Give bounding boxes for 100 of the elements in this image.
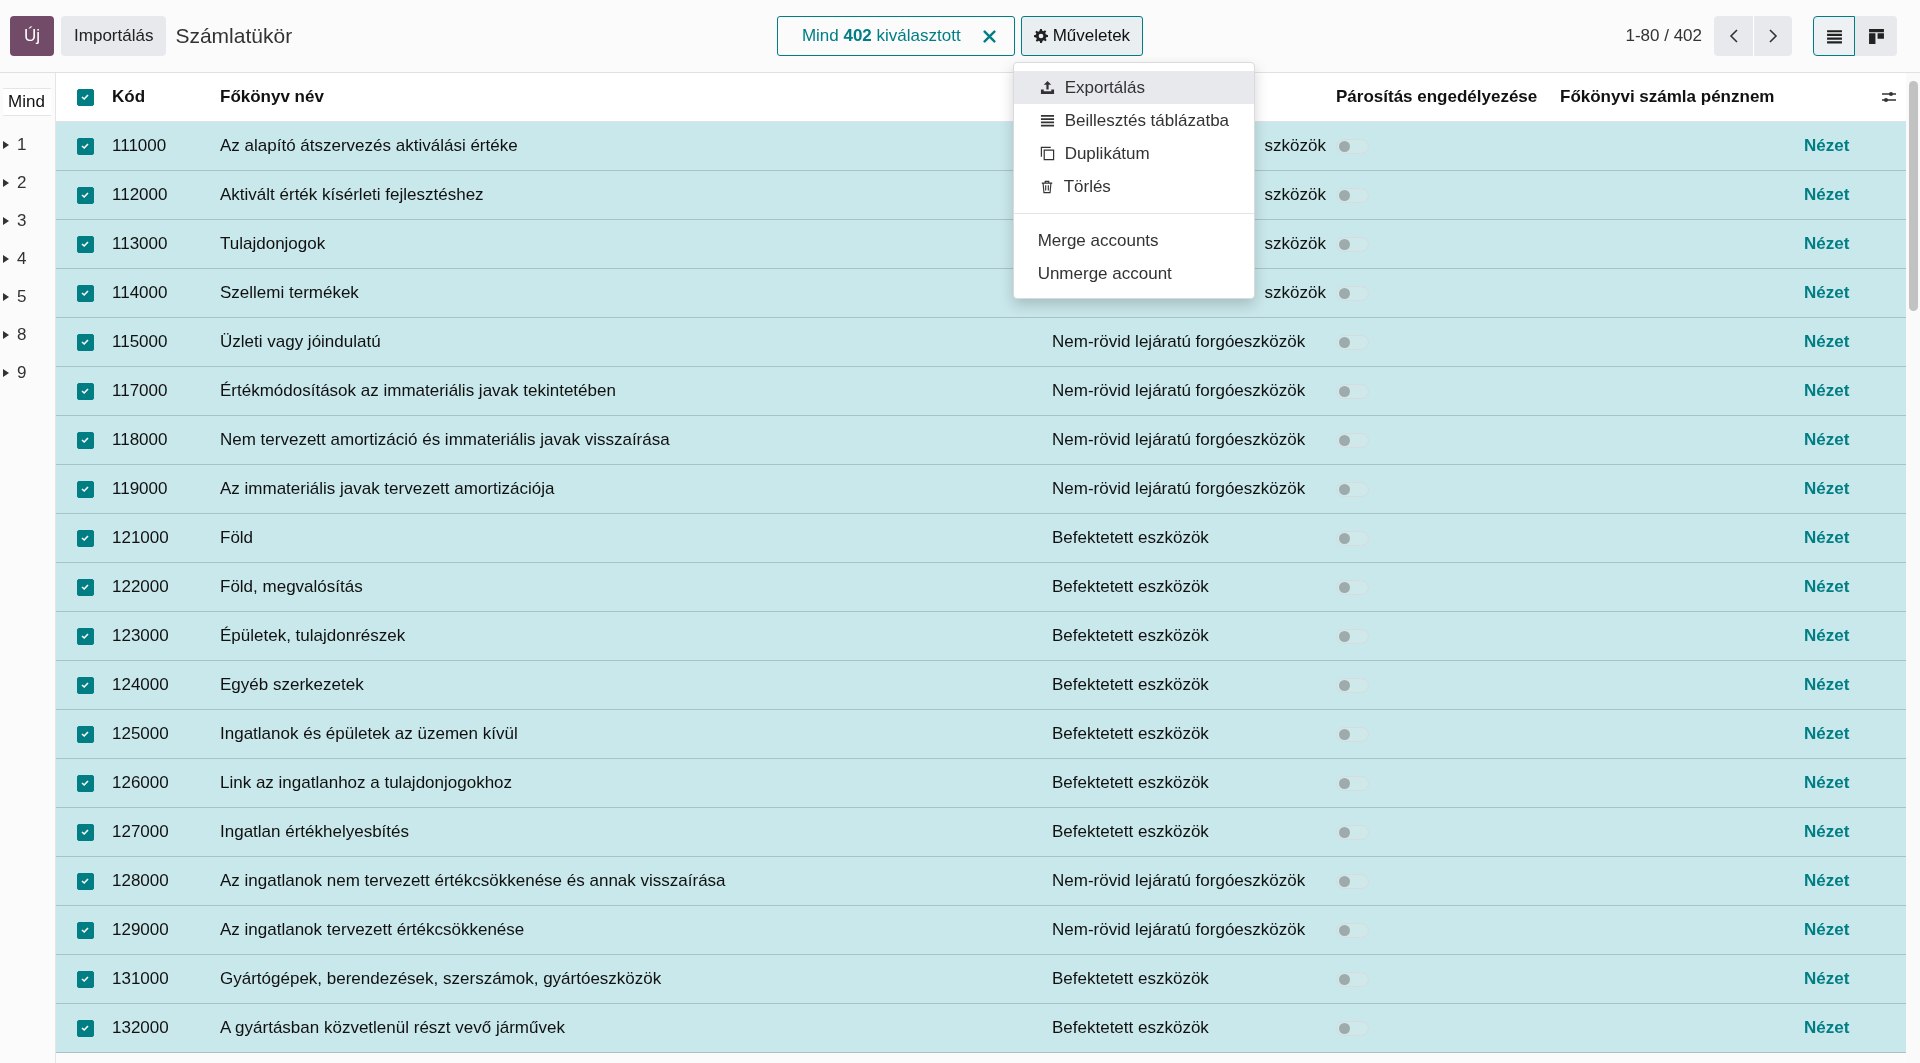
check-icon [80,190,90,200]
row-checkbox[interactable] [76,480,94,498]
view-link[interactable]: Nézet [1804,528,1850,548]
menu-item[interactable]: Törlés [1013,170,1254,203]
check-icon [80,1023,90,1033]
actions-button[interactable]: Műveletek [1020,16,1144,56]
name-cell: Épületek, tulajdonrészek [220,626,406,646]
toggle-switch[interactable] [1336,383,1369,399]
toggle-switch[interactable] [1336,285,1369,301]
view-link[interactable]: Nézet [1804,920,1850,940]
row-checkbox[interactable] [76,970,94,988]
row-checkbox[interactable] [76,823,94,841]
column-header[interactable]: Párosítás engedélyezése [1336,87,1538,107]
view-link[interactable]: Nézet [1804,577,1850,597]
new-button[interactable]: Új [10,16,55,56]
group-item[interactable]: 3 [0,202,55,240]
group-item[interactable]: 2 [0,164,55,202]
row-checkbox[interactable] [76,284,94,302]
toggle-switch[interactable] [1336,138,1369,154]
row-checkbox[interactable] [76,676,94,694]
view-link[interactable]: Nézet [1804,871,1850,891]
menu-item[interactable]: Beillesztés táblázatba [1013,104,1254,137]
toggle-switch[interactable] [1336,677,1369,693]
view-link[interactable]: Nézet [1804,773,1850,793]
view-link[interactable]: Nézet [1804,283,1850,303]
toggle-switch[interactable] [1336,187,1369,203]
toggle-switch[interactable] [1336,236,1369,252]
row-checkbox[interactable] [76,137,94,155]
view-link[interactable]: Nézet [1804,822,1850,842]
toggle-switch[interactable] [1336,628,1369,644]
toggle-switch[interactable] [1336,726,1369,742]
name-cell: Link az ingatlanhoz a tulajdonjogokhoz [220,773,513,793]
row-checkbox[interactable] [76,725,94,743]
name-cell: Aktivált érték kísérleti fejlesztéshez [220,185,484,205]
scrollbar-thumb[interactable] [1909,81,1918,311]
view-link[interactable]: Nézet [1804,626,1850,646]
view-link[interactable]: Nézet [1804,479,1850,499]
view-link[interactable]: Nézet [1804,332,1850,352]
view-link[interactable]: Nézet [1804,136,1850,156]
row-checkbox[interactable] [76,235,94,253]
toggle-switch[interactable] [1336,922,1369,938]
row-checkbox[interactable] [76,529,94,547]
import-button[interactable]: Importálás [61,16,167,56]
group-item[interactable]: 4 [0,240,55,278]
row-checkbox[interactable] [76,921,94,939]
type-cell: Befektetett eszközök [1052,969,1209,989]
toggle-switch[interactable] [1336,481,1369,497]
list-view-button[interactable] [1813,16,1855,56]
toggle-switch[interactable] [1336,334,1369,350]
menu-item[interactable]: Unmerge account [1013,257,1254,290]
column-header[interactable]: Főkönyvi számla pénznem [1560,87,1775,107]
group-item[interactable]: 8 [0,316,55,354]
check-icon [80,974,90,984]
view-link[interactable]: Nézet [1804,234,1850,254]
row-checkbox[interactable] [76,578,94,596]
toggle-switch[interactable] [1336,775,1369,791]
toggle-switch[interactable] [1336,873,1369,889]
row-checkbox[interactable] [76,333,94,351]
view-link[interactable]: Nézet [1804,381,1850,401]
view-link[interactable]: Nézet [1804,724,1850,744]
close-icon[interactable] [982,29,996,43]
name-cell: Üzleti vagy jóindulatú [220,332,381,352]
previous-button[interactable] [1714,16,1753,56]
toggle-switch[interactable] [1336,824,1369,840]
row-checkbox[interactable] [76,186,94,204]
toggle-switch[interactable] [1336,432,1369,448]
row-checkbox[interactable] [76,872,94,890]
check-icon [80,386,90,396]
view-link[interactable]: Nézet [1804,430,1850,450]
upload-icon [1039,80,1055,95]
view-link[interactable]: Nézet [1804,1018,1850,1038]
code-cell: 132000 [112,1018,169,1038]
next-button[interactable] [1753,16,1792,56]
row-checkbox[interactable] [76,1019,94,1037]
view-link[interactable]: Nézet [1804,969,1850,989]
group-item[interactable]: 1 [0,126,55,164]
column-header[interactable]: Kód [112,87,146,107]
settings-icon[interactable] [1880,89,1897,105]
type-cell: Nem-rövid lejáratú forgóeszközök [1052,381,1306,401]
code-cell: 118000 [112,430,168,450]
code-cell: 113000 [112,234,168,254]
toggle-switch[interactable] [1336,971,1369,987]
row-checkbox[interactable] [76,774,94,792]
view-link[interactable]: Nézet [1804,185,1850,205]
group-item[interactable]: 5 [0,278,55,316]
view-link[interactable]: Nézet [1804,675,1850,695]
row-checkbox[interactable] [76,382,94,400]
menu-item[interactable]: Merge accounts [1013,224,1254,257]
group-all-item[interactable]: Mind [3,88,51,116]
row-checkbox[interactable] [76,627,94,645]
group-item[interactable]: 9 [0,354,55,392]
menu-item[interactable]: Exportálás [1013,71,1254,104]
toggle-switch[interactable] [1336,530,1369,546]
column-header[interactable]: Főkönyv név [220,87,324,107]
select-all-checkbox[interactable] [76,88,94,106]
menu-item[interactable]: Duplikátum [1013,137,1254,170]
kanban-view-button[interactable] [1855,16,1897,56]
row-checkbox[interactable] [76,431,94,449]
toggle-switch[interactable] [1336,579,1369,595]
toggle-switch[interactable] [1336,1020,1369,1036]
